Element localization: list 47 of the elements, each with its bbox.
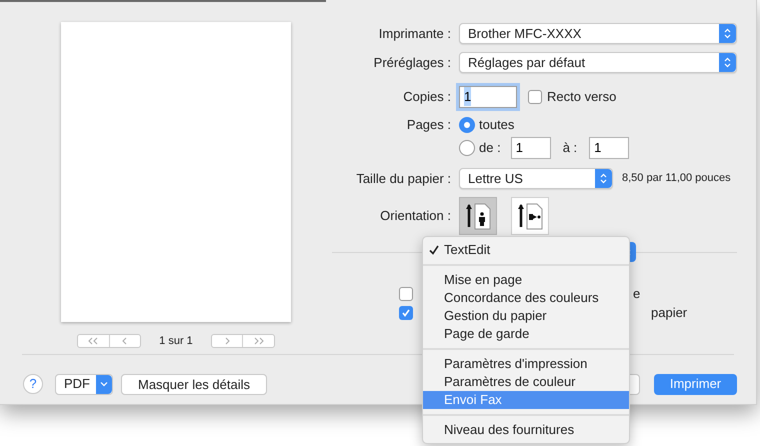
presets-select[interactable]: Réglages par défaut — [459, 52, 737, 73]
checkmark-icon — [428, 245, 438, 255]
checkbox[interactable] — [399, 306, 413, 320]
page-count: 1 sur 1 — [159, 334, 193, 349]
menu-item[interactable]: TextEdit — [423, 241, 629, 259]
duplex-checkbox[interactable] — [528, 90, 542, 104]
portrait-orientation-icon — [465, 201, 491, 231]
radio-label: de : — [479, 139, 501, 158]
pdf-menu-button[interactable]: PDF — [55, 374, 113, 394]
page-forward-buttons[interactable] — [210, 334, 275, 348]
checkmark-icon — [401, 308, 411, 318]
option-label: papier — [651, 304, 688, 322]
menu-item[interactable]: Mise en page — [423, 271, 629, 289]
orientation-button[interactable] — [459, 197, 497, 235]
field-label: Pages : — [406, 116, 451, 134]
radio-button[interactable] — [459, 140, 475, 156]
radio-label: toutes — [479, 116, 514, 134]
orientation-button[interactable] — [511, 197, 549, 235]
field-label: Imprimante : — [378, 24, 451, 43]
to-page-field[interactable]: 1 — [589, 137, 630, 159]
menu-item[interactable]: Paramètres d'impression — [423, 355, 629, 373]
field-label: Préréglages : — [372, 54, 451, 72]
paper-size-select[interactable]: Lettre US — [459, 168, 613, 189]
field-label: Copies : — [402, 88, 451, 106]
to-label: à : — [562, 139, 578, 158]
menu-item[interactable]: Gestion du papier — [423, 307, 629, 325]
duplex-label: Recto verso — [547, 88, 616, 106]
menu-item[interactable]: Paramètres de couleur — [423, 373, 629, 391]
landscape-orientation-icon — [517, 201, 543, 231]
menu-item[interactable]: Concordance des couleurs — [423, 289, 629, 307]
stepper-icon — [719, 24, 736, 43]
printer-select[interactable]: Brother MFC-XXXX — [459, 23, 737, 44]
hide-details-button[interactable]: Masquer les détails — [121, 374, 267, 394]
page-back-buttons[interactable] — [77, 334, 142, 348]
paper-dimensions: 8,50 par 11,00 pouces — [622, 171, 731, 186]
field-label: Taille du papier : — [355, 170, 451, 188]
chevron-down-icon — [96, 374, 112, 394]
option-label: e — [633, 284, 640, 303]
stepper-icon — [719, 53, 736, 72]
field-label: Orientation : — [379, 207, 451, 226]
radio-button[interactable] — [459, 117, 475, 133]
help-button[interactable]: ? — [23, 374, 43, 394]
stepper-icon — [595, 169, 612, 188]
checkbox[interactable] — [399, 286, 413, 300]
menu-item[interactable]: Niveau des fournitures — [423, 421, 629, 439]
menu-item[interactable]: Page de garde — [423, 325, 629, 343]
from-page-field[interactable]: 1 — [510, 137, 551, 159]
